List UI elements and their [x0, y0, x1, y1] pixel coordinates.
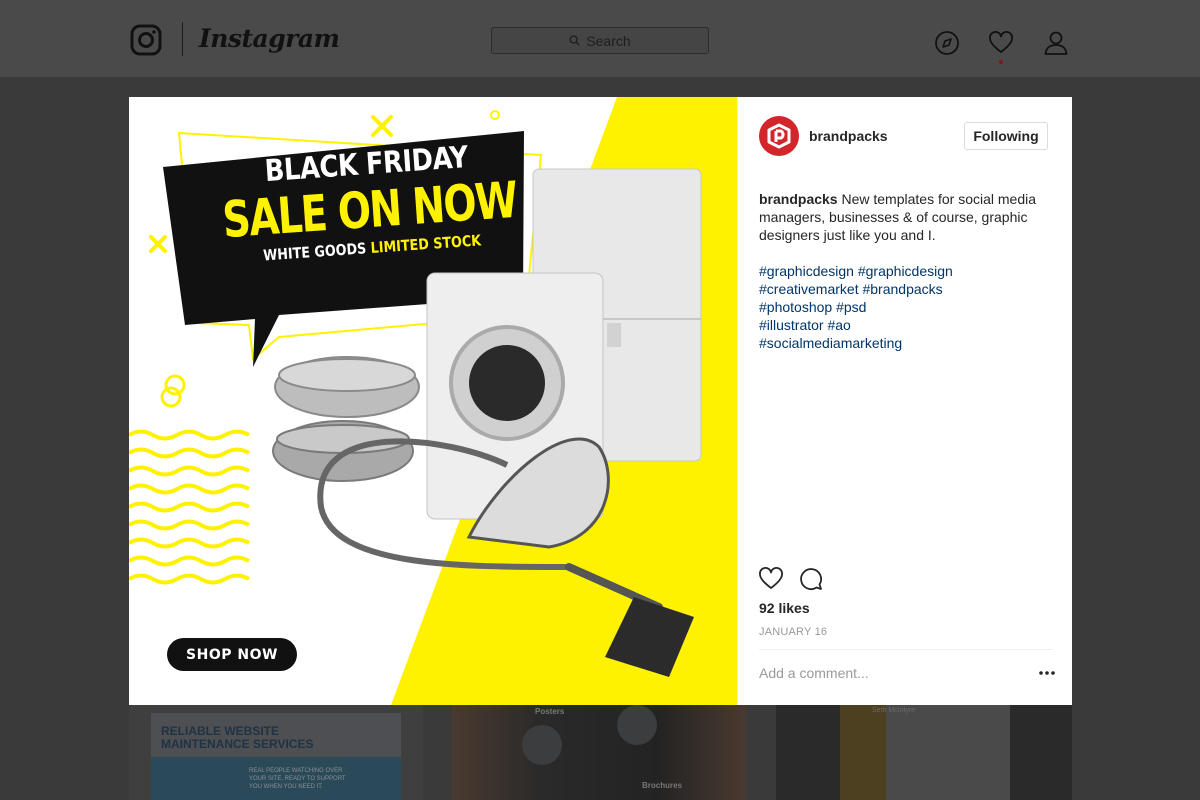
thumbnail-name: Seth McIntyre — [872, 707, 916, 714]
hashtag-line[interactable]: #socialmediamarketing — [759, 334, 1054, 352]
hashtag-list: #graphicdesign #graphicdesign #creativem… — [759, 262, 1054, 352]
comment-bubble-icon[interactable] — [798, 566, 824, 592]
like-heart-icon[interactable] — [758, 566, 784, 592]
notification-dot — [999, 60, 1003, 64]
avatar[interactable] — [759, 116, 799, 156]
explore-compass-icon[interactable] — [934, 30, 960, 56]
grid-thumbnail[interactable]: Seth McIntyre — [776, 705, 1072, 800]
post-username[interactable]: brandpacks — [809, 128, 888, 144]
post-sidebar: brandpacks Following brandpacks New temp… — [737, 97, 1072, 705]
thumbnail-circle — [522, 725, 562, 765]
profile-user-icon[interactable] — [1043, 30, 1069, 56]
post-date: JANUARY 16 — [759, 626, 828, 638]
hashtag-line[interactable]: #photoshop #psd — [759, 298, 1054, 316]
more-options-icon[interactable] — [1038, 667, 1056, 679]
likes-count[interactable]: 92 likes — [759, 600, 810, 616]
following-button[interactable]: Following — [964, 122, 1048, 150]
caption-username[interactable]: brandpacks — [759, 191, 838, 207]
search-input[interactable]: Search — [491, 27, 709, 54]
thumbnail-sidebar — [840, 705, 886, 800]
thumbnail-title: RELIABLE WEBSITE MAINTENANCE SERVICES — [161, 724, 314, 751]
thumbnail-label: Brochures — [642, 781, 683, 790]
add-comment-input[interactable]: Add a comment... — [759, 665, 869, 681]
search-placeholder: Search — [586, 32, 631, 49]
activity-heart-icon[interactable] — [988, 30, 1014, 56]
thumbnail-label: Posters — [535, 707, 565, 716]
thumbnail-text: REAL PEOPLE WATCHING OVER YOUR SITE, REA… — [249, 768, 346, 790]
top-nav: Instagram Search — [0, 0, 1200, 78]
thumbnail-circle — [617, 705, 657, 745]
instagram-logo-icon[interactable] — [130, 24, 162, 56]
post-caption: brandpacks New templates for social medi… — [759, 190, 1054, 244]
grid-thumbnail[interactable]: RELIABLE WEBSITE MAINTENANCE SERVICES RE… — [129, 705, 423, 800]
comment-divider — [759, 649, 1053, 650]
post-modal: BLACK FRIDAY SALE ON NOW WHITE GOODS LIM… — [129, 97, 1072, 705]
hashtag-line[interactable]: #creativemarket #brandpacks — [759, 280, 1054, 298]
shop-now-button[interactable]: SHOP NOW — [167, 638, 297, 671]
hashtag-line[interactable]: #graphicdesign #graphicdesign — [759, 262, 1054, 280]
instagram-wordmark[interactable]: Instagram — [199, 24, 340, 53]
grid-thumbnail[interactable]: Posters Brochures — [452, 705, 746, 800]
brandpacks-logo-icon — [767, 123, 791, 149]
post-media[interactable]: BLACK FRIDAY SALE ON NOW WHITE GOODS LIM… — [129, 97, 737, 705]
search-icon — [569, 35, 580, 46]
nav-divider — [182, 22, 183, 56]
hashtag-line[interactable]: #illustrator #ao — [759, 316, 1054, 334]
